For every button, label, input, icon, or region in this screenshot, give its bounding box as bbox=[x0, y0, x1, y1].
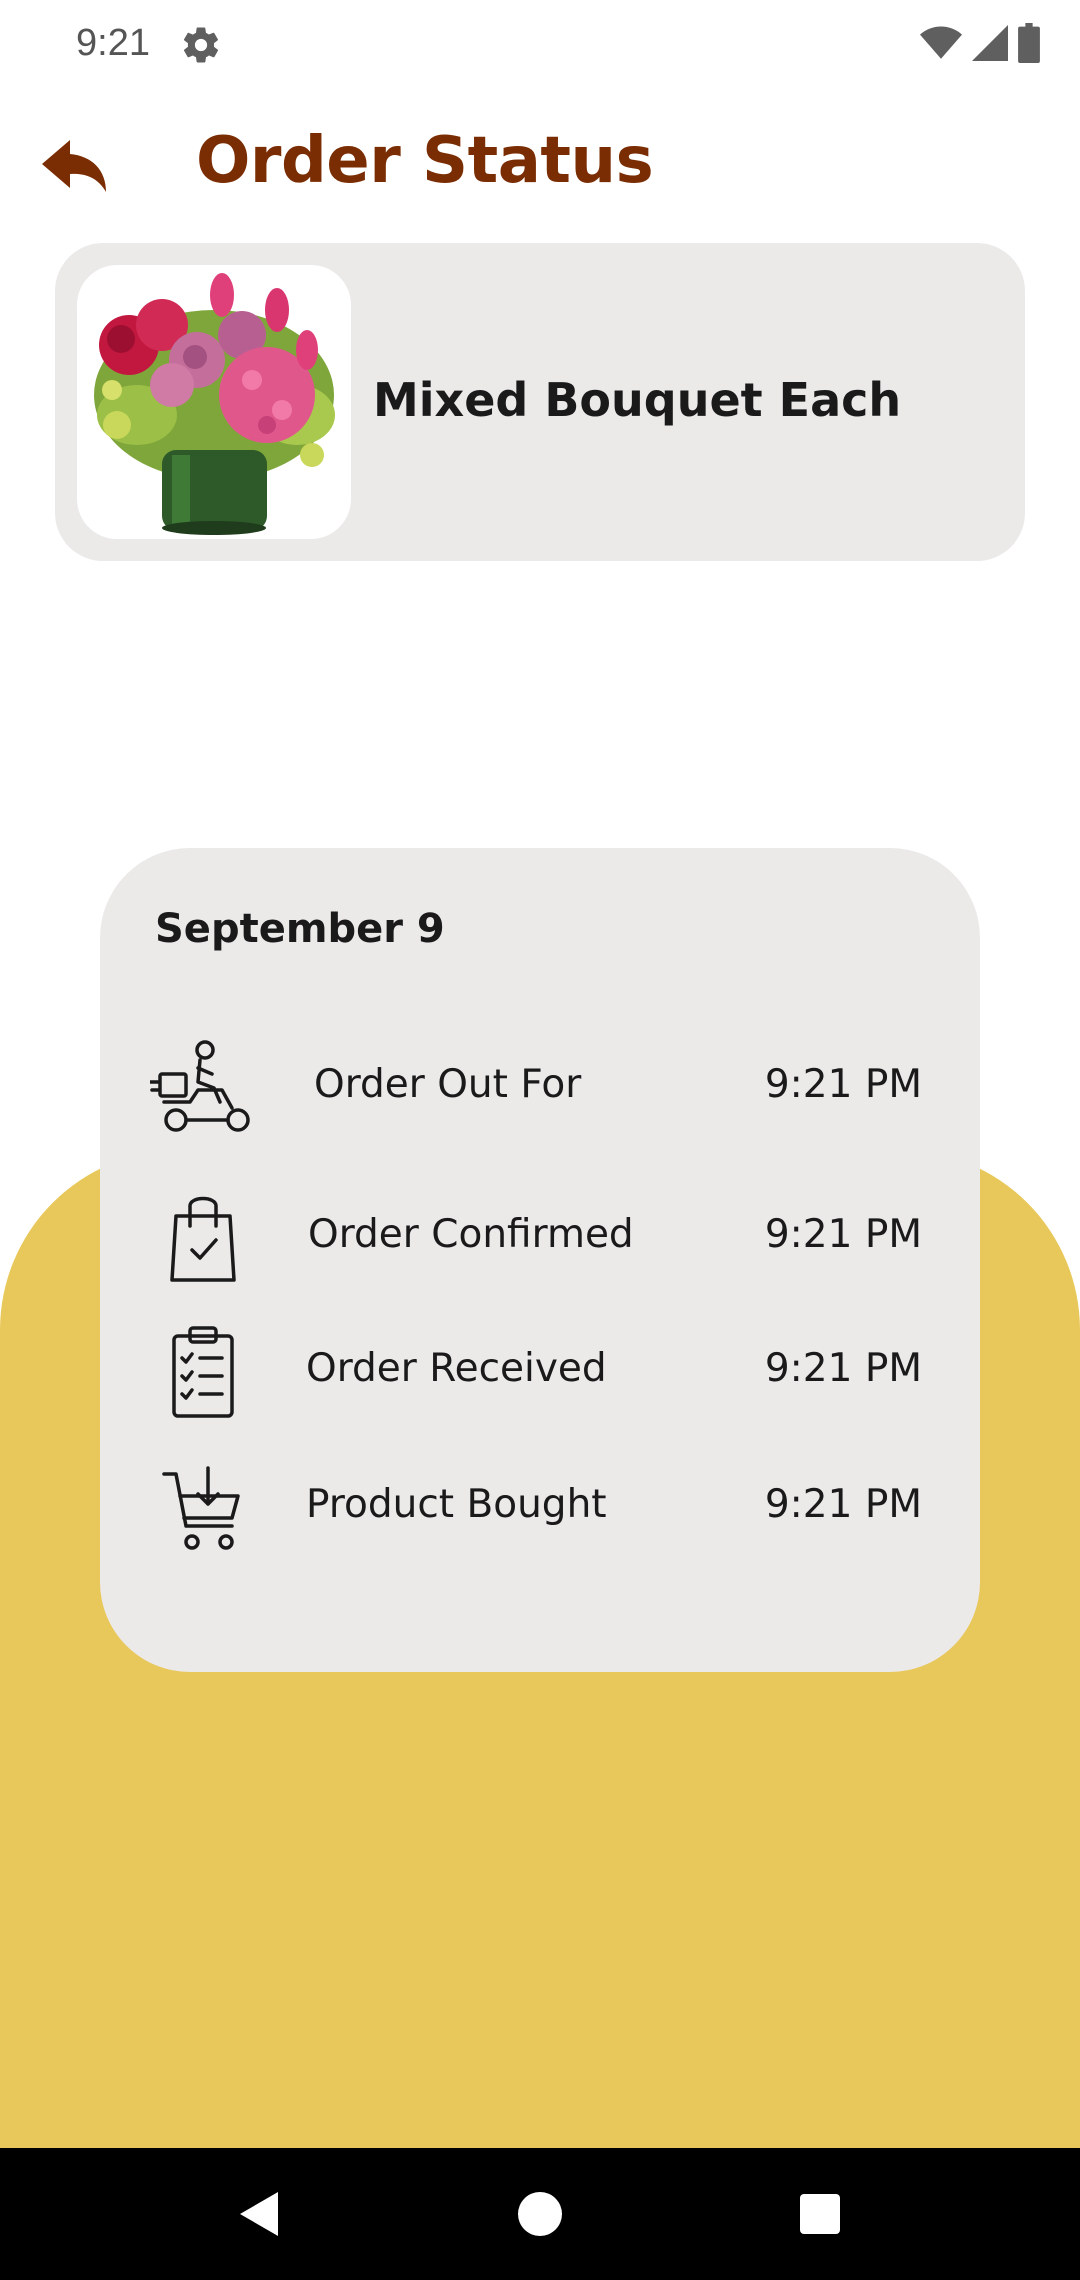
flower-bouquet-image bbox=[77, 265, 351, 539]
step-time: 9:21 PM bbox=[764, 1482, 922, 1527]
app-header: Order Status bbox=[0, 110, 1080, 220]
order-status-card: September 9 Order Out For 9:21 PM Order … bbox=[100, 848, 980, 1672]
delivery-scooter-icon bbox=[150, 1040, 250, 1132]
step-time: 9:21 PM bbox=[764, 1062, 922, 1107]
battery-icon bbox=[1018, 23, 1040, 63]
status-step-out-for-delivery: Order Out For 9:21 PM bbox=[100, 1038, 980, 1148]
recents-square-icon[interactable] bbox=[790, 2184, 850, 2244]
product-card[interactable]: Mixed Bouquet Each bbox=[55, 243, 1025, 561]
status-bar: 9:21 bbox=[0, 0, 1080, 88]
status-step-confirmed: Order Confirmed 9:21 PM bbox=[100, 1188, 980, 1298]
status-step-bought: Product Bought 9:21 PM bbox=[100, 1466, 980, 1578]
product-name: Mixed Bouquet Each bbox=[373, 373, 902, 427]
home-circle-icon[interactable] bbox=[510, 2184, 570, 2244]
status-date: September 9 bbox=[155, 906, 445, 952]
step-label: Product Bought bbox=[306, 1482, 607, 1527]
step-time: 9:21 PM bbox=[764, 1346, 922, 1391]
back-button[interactable] bbox=[36, 126, 116, 206]
status-right-icons bbox=[920, 22, 1040, 64]
order-status-screen: 9:21 Order Status Mixed Bouquet Each Sep… bbox=[0, 0, 1080, 2280]
shopping-bag-check-icon bbox=[170, 1196, 236, 1282]
cart-download-icon bbox=[162, 1466, 240, 1550]
status-step-received: Order Received 9:21 PM bbox=[100, 1326, 980, 1438]
back-triangle-icon[interactable] bbox=[230, 2184, 290, 2244]
cellular-signal-icon bbox=[972, 25, 1008, 61]
step-label: Order Out For bbox=[314, 1062, 582, 1107]
clipboard-checklist-icon bbox=[172, 1326, 234, 1418]
step-label: Order Confirmed bbox=[308, 1212, 634, 1257]
wifi-icon bbox=[920, 26, 962, 59]
page-title: Order Status bbox=[196, 124, 654, 198]
settings-gear-icon bbox=[183, 27, 219, 63]
bouquet-illustration bbox=[94, 273, 335, 535]
step-time: 9:21 PM bbox=[764, 1212, 922, 1257]
status-time: 9:21 bbox=[76, 22, 150, 64]
back-arrow-icon bbox=[42, 140, 106, 192]
step-label: Order Received bbox=[306, 1346, 607, 1391]
navigation-bar bbox=[0, 2148, 1080, 2280]
